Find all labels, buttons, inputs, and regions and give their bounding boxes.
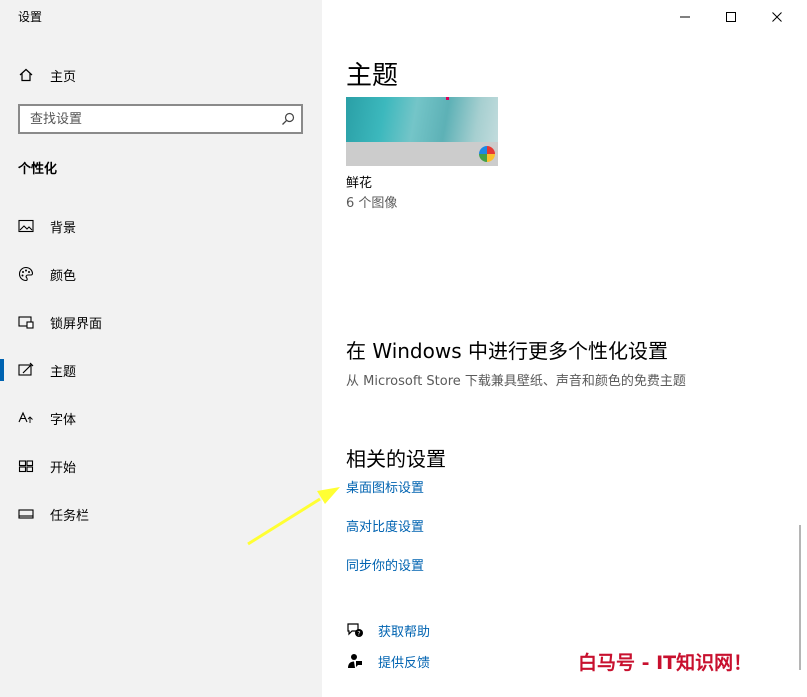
- search-box[interactable]: [18, 104, 303, 134]
- theme-name: 鲜花: [346, 176, 373, 191]
- scrollbar[interactable]: [799, 525, 801, 670]
- search-icon[interactable]: [281, 112, 295, 126]
- sidebar-item-background[interactable]: 背景: [0, 208, 322, 244]
- related-settings-heading: 相关的设置: [346, 447, 446, 471]
- theme-preview-accent: [446, 97, 449, 100]
- main-content: 主题 鲜花 6 个图像 在 Windows 中进行更多个性化设置 从 Micro…: [322, 0, 807, 697]
- store-heading: 在 Windows 中进行更多个性化设置: [346, 339, 668, 363]
- sync-settings-link[interactable]: 同步你的设置: [346, 555, 424, 574]
- window-title: 设置: [18, 10, 43, 24]
- store-description: 从 Microsoft Store 下载兼具壁纸、声音和颜色的免费主题: [346, 374, 686, 389]
- theme-preview-image: [346, 97, 498, 142]
- picture-icon: [18, 218, 34, 234]
- close-button[interactable]: [754, 0, 800, 34]
- minimize-icon: [680, 16, 690, 18]
- sidebar-item-start[interactable]: 开始: [0, 448, 322, 484]
- sidebar-item-label: 字体: [50, 412, 77, 428]
- maximize-icon: [726, 12, 736, 22]
- sidebar-item-label: 锁屏界面: [50, 316, 103, 332]
- taskbar-icon: [18, 506, 34, 522]
- feedback-label: 提供反馈: [378, 655, 431, 671]
- high-contrast-settings-link[interactable]: 高对比度设置: [346, 516, 424, 535]
- sidebar-home[interactable]: 主页: [18, 63, 76, 87]
- color-wheel-icon: [479, 146, 495, 162]
- font-icon: [18, 410, 34, 426]
- minimize-button[interactable]: [662, 0, 708, 34]
- close-icon: [772, 12, 782, 22]
- sidebar-item-color[interactable]: 颜色: [0, 256, 322, 292]
- sidebar-item-font[interactable]: 字体: [0, 400, 322, 436]
- current-theme-thumbnail[interactable]: [346, 97, 498, 166]
- get-help-link[interactable]: ? 获取帮助: [346, 620, 430, 640]
- search-input[interactable]: [20, 106, 270, 132]
- sidebar-item-lock-screen[interactable]: 锁屏界面: [0, 304, 322, 340]
- get-help-label: 获取帮助: [378, 624, 431, 640]
- theme-preview-bar: [346, 142, 498, 166]
- section-title: 个性化: [18, 162, 58, 177]
- home-label: 主页: [50, 69, 77, 85]
- desktop-icon-settings-link[interactable]: 桌面图标设置: [346, 477, 424, 496]
- sidebar-item-label: 任务栏: [50, 508, 90, 524]
- sidebar-item-label: 主题: [50, 364, 77, 380]
- theme-icon: [18, 362, 34, 378]
- maximize-button[interactable]: [708, 0, 754, 34]
- page-title: 主题: [346, 61, 399, 91]
- sidebar-item-label: 背景: [50, 220, 77, 236]
- theme-image-count: 6 个图像: [346, 196, 398, 211]
- palette-icon: [18, 266, 34, 282]
- feedback-icon: [348, 654, 362, 668]
- sidebar-item-taskbar[interactable]: 任务栏: [0, 496, 322, 532]
- svg-text:?: ?: [357, 631, 360, 638]
- lock-screen-icon: [18, 314, 34, 330]
- sidebar-item-label: 开始: [50, 460, 77, 476]
- sidebar: 设置 主页 个性化 背景 颜色 锁屏界面 主题: [0, 0, 322, 697]
- feedback-link[interactable]: 提供反馈: [346, 651, 430, 671]
- help-chat-icon: ?: [347, 623, 363, 638]
- start-icon: [18, 458, 34, 474]
- home-icon: [19, 68, 33, 82]
- sidebar-item-theme[interactable]: 主题: [0, 352, 322, 388]
- sidebar-item-label: 颜色: [50, 268, 77, 284]
- watermark: 白马号 - IT知识网！: [578, 652, 753, 674]
